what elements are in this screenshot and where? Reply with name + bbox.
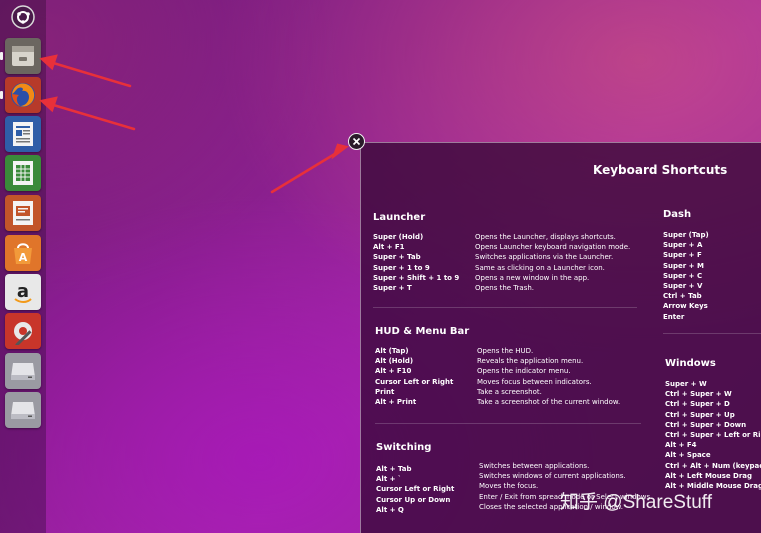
shortcut-desc: Opens the Trash.: [475, 284, 535, 293]
shortcut-key: Super + C: [663, 271, 703, 280]
shortcut-desc: Opens Launcher keyboard navigation mode.: [475, 243, 631, 252]
shortcut-key: Ctrl + Alt + Num (keypad): [665, 461, 761, 470]
hud-keys: Alt (Tap) Alt (Hold) Alt + F10 Cursor Le…: [375, 346, 453, 407]
switching-keys: Alt + Tab Alt + ` Cursor Left or Right C…: [376, 464, 454, 515]
overlay-title: Keyboard Shortcuts: [593, 163, 728, 177]
windows-keys: Super + W Ctrl + Super + W Ctrl + Super …: [665, 379, 761, 491]
shortcut-desc: Take a screenshot of the current window.: [477, 398, 621, 407]
launcher-keys: Super (Hold) Alt + F1 Super + Tab Super …: [373, 232, 459, 293]
shortcut-key: Ctrl + Super + W: [665, 390, 732, 399]
writer-icon[interactable]: [5, 116, 41, 152]
shortcut-key: Alt + Space: [665, 451, 711, 460]
shortcut-key: Super + V: [663, 282, 703, 291]
shortcut-key: Alt + `: [376, 475, 402, 484]
files-icon[interactable]: [5, 38, 41, 74]
close-icon: [352, 137, 361, 146]
shortcut-key: Cursor Left or Right: [375, 377, 454, 386]
section-divider: [373, 307, 637, 308]
shortcut-key: Alt + Q: [376, 505, 404, 514]
shortcut-desc: Opens the Launcher, displays shortcuts.: [475, 233, 616, 241]
shortcut-desc: Switches windows of current applications…: [479, 472, 626, 481]
shortcut-key: Ctrl + Super + Left or Right: [665, 431, 761, 440]
svg-text:a: a: [17, 281, 29, 302]
section-title-switching: Switching: [376, 442, 432, 453]
shortcut-key: Alt + Tab: [376, 465, 412, 473]
shortcut-desc: Opens the indicator menu.: [477, 367, 571, 376]
drive-icon[interactable]: [5, 392, 41, 428]
running-indicator: [0, 52, 3, 60]
shortcut-desc: Take a screenshot.: [477, 387, 542, 396]
shortcut-key: Cursor Up or Down: [376, 495, 451, 504]
system-settings-icon[interactable]: [5, 313, 41, 349]
shortcut-key: Super + 1 to 9: [373, 263, 430, 272]
shortcut-key: Ctrl + Super + Up: [665, 410, 735, 419]
section-divider: [375, 423, 641, 424]
shortcut-key: Alt (Hold): [375, 357, 414, 366]
shortcut-key: Alt + Left Mouse Drag: [665, 471, 753, 480]
impress-icon[interactable]: [5, 195, 41, 231]
running-indicator: [0, 91, 3, 99]
shortcut-key: Super + T: [373, 284, 412, 293]
shortcut-key: Super + Tab: [373, 253, 421, 262]
shortcut-key: Alt (Tap): [375, 347, 409, 355]
launcher-descs: Opens the Launcher, displays shortcuts. …: [475, 232, 630, 293]
shortcut-key: Alt + F1: [373, 243, 405, 252]
shortcut-key: Ctrl + Super + D: [665, 400, 730, 409]
shortcut-key: Alt + Print: [375, 398, 417, 407]
shortcut-key: Super + F: [663, 251, 702, 260]
section-title-windows: Windows: [665, 358, 716, 369]
keyboard-shortcuts-overlay: Keyboard Shortcuts Launcher Super (Hold)…: [360, 142, 761, 533]
shortcut-desc: Switches between applications.: [479, 462, 590, 470]
shortcut-desc: Opens a new window in the app.: [475, 273, 590, 282]
shortcut-key: Super (Hold): [373, 233, 424, 241]
calc-icon[interactable]: [5, 155, 41, 191]
shortcut-desc: Same as clicking on a Launcher icon.: [475, 263, 605, 272]
shortcut-key: Alt + F10: [375, 367, 412, 376]
shortcut-key: Super + Shift + 1 to 9: [373, 273, 460, 282]
shortcut-key: Super + W: [665, 380, 707, 388]
section-divider: [663, 333, 761, 334]
shortcut-desc: Opens the HUD.: [477, 347, 534, 355]
hud-descs: Opens the HUD. Reveals the application m…: [477, 346, 620, 407]
svg-text:A: A: [19, 251, 28, 264]
shortcut-key: Arrow Keys: [663, 302, 708, 311]
shortcut-key: Super (Tap): [663, 231, 709, 239]
shortcut-key: Alt + F4: [665, 441, 697, 450]
section-title-hud: HUD & Menu Bar: [375, 326, 470, 337]
software-center-icon[interactable]: A: [5, 235, 41, 271]
shortcut-desc: Moves focus between indicators.: [477, 377, 592, 386]
watermark: 知乎 @ShareStuff: [560, 492, 713, 513]
shortcut-key: Super + M: [663, 261, 704, 270]
amazon-icon[interactable]: a: [5, 274, 41, 310]
shortcut-key: Super + A: [663, 241, 703, 250]
ubuntu-logo-icon[interactable]: [5, 2, 41, 32]
launcher: A a: [0, 0, 46, 533]
shortcut-key: Enter: [663, 312, 685, 321]
shortcut-key: Cursor Left or Right: [376, 485, 455, 494]
shortcut-desc: Switches applications via the Launcher.: [475, 253, 614, 262]
shortcut-key: Ctrl + Tab: [663, 292, 702, 301]
shortcut-key: Ctrl + Super + Down: [665, 420, 747, 429]
shortcut-desc: Reveals the application menu.: [477, 357, 584, 366]
close-overlay-button[interactable]: [348, 133, 365, 150]
section-title-launcher: Launcher: [373, 212, 426, 223]
firefox-icon[interactable]: [5, 77, 41, 113]
dash-keys: Super (Tap) Super + A Super + F Super + …: [663, 230, 709, 322]
drive-icon[interactable]: [5, 353, 41, 389]
shortcut-key: Print: [375, 387, 395, 396]
section-title-dash: Dash: [663, 209, 692, 220]
